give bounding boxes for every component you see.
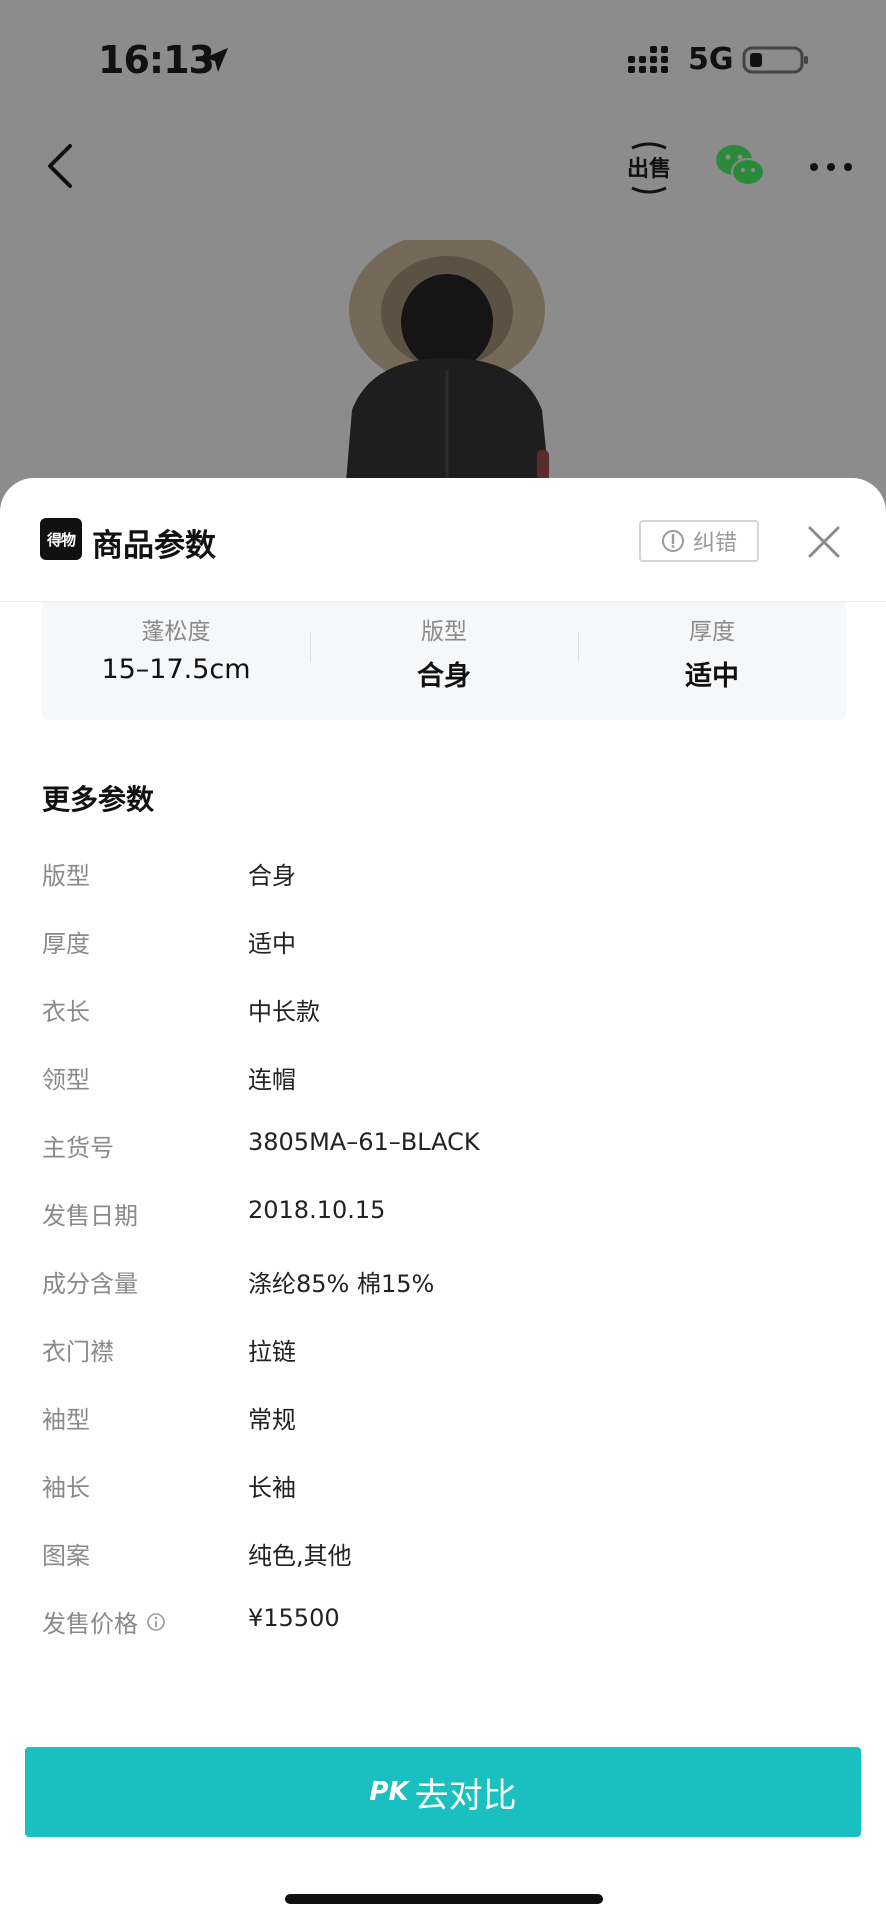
param-value: 适中 xyxy=(248,930,296,958)
back-icon[interactable] xyxy=(40,140,80,192)
param-row: 成分含量 涤纶85% 棉15% xyxy=(42,1264,842,1304)
param-key: 版型 xyxy=(42,862,90,890)
param-value: 中长款 xyxy=(248,998,320,1026)
network-label: 5G xyxy=(688,42,734,77)
pk-prefix: PK xyxy=(369,1777,409,1807)
param-value: 长袖 xyxy=(248,1474,296,1502)
sheet-title: 商品参数 xyxy=(92,528,216,564)
param-value: 拉链 xyxy=(248,1338,296,1366)
param-row: 衣长 中长款 xyxy=(42,992,842,1032)
param-key-with-info: 发售价格 xyxy=(42,1604,166,1639)
param-key: 袖长 xyxy=(42,1474,90,1502)
summary-card: 蓬松度 15–17.5cm 版型 合身 厚度 适中 xyxy=(42,602,846,720)
param-value: ¥15500 xyxy=(248,1604,340,1632)
summary-value: 15–17.5cm xyxy=(101,654,251,685)
summary-value: 合身 xyxy=(417,661,471,692)
sell-icon[interactable]: 出售 xyxy=(626,140,672,196)
more-icon[interactable] xyxy=(806,150,856,184)
report-error-label: 纠错 xyxy=(692,531,737,556)
alert-circle-icon xyxy=(661,530,684,552)
param-row-release-price: 发售价格 ¥15500 xyxy=(42,1604,842,1644)
summary-item-loft: 蓬松度 15–17.5cm xyxy=(42,602,310,720)
summary-label: 厚度 xyxy=(689,619,735,645)
status-time: 16:13 xyxy=(98,38,215,82)
pk-label: 去对比 xyxy=(414,1775,517,1816)
param-value: 连帽 xyxy=(248,1066,296,1094)
param-key: 成分含量 xyxy=(42,1270,138,1298)
param-value: 常规 xyxy=(248,1406,296,1434)
param-value: 纯色,其他 xyxy=(248,1542,352,1570)
summary-item-fit: 版型 合身 xyxy=(310,602,578,720)
summary-label: 蓬松度 xyxy=(141,619,211,645)
param-value: 2018.10.15 xyxy=(248,1196,386,1224)
param-row: 衣门襟 拉链 xyxy=(42,1332,842,1372)
param-value: 3805MA–61–BLACK xyxy=(248,1128,480,1156)
param-row: 版型 合身 xyxy=(42,856,842,896)
param-key: 图案 xyxy=(42,1542,90,1570)
status-bar: 16:13 5G xyxy=(0,0,886,120)
summary-label: 版型 xyxy=(421,619,467,645)
brand-logo: 得物 xyxy=(40,518,82,560)
svg-text:出售: 出售 xyxy=(627,156,671,182)
signal-icon xyxy=(628,46,668,73)
wechat-icon[interactable] xyxy=(714,142,766,190)
param-key: 衣长 xyxy=(42,998,90,1026)
home-indicator[interactable] xyxy=(285,1894,603,1904)
sheet-header: 得物 商品参数 纠错 xyxy=(0,478,886,602)
close-icon[interactable] xyxy=(806,524,842,560)
param-row: 领型 连帽 xyxy=(42,1060,842,1100)
param-key: 厚度 xyxy=(42,930,90,958)
param-row: 发售日期 2018.10.15 xyxy=(42,1196,842,1236)
param-key: 袖型 xyxy=(42,1406,90,1434)
param-key: 发售日期 xyxy=(42,1202,138,1230)
product-params-sheet: 得物 商品参数 纠错 蓬松度 15–17.5cm 版型 合身 厚度 适中 更多参… xyxy=(0,478,886,1920)
pk-compare-button[interactable]: PK 去对比 xyxy=(25,1747,861,1837)
param-key: 衣门襟 xyxy=(42,1338,114,1366)
param-key: 主货号 xyxy=(42,1134,114,1162)
dimmed-backdrop[interactable]: 16:13 5G 出售 xyxy=(0,0,886,520)
param-key: 领型 xyxy=(42,1066,90,1094)
param-key: 发售价格 xyxy=(42,1610,138,1638)
info-icon[interactable] xyxy=(146,1612,166,1632)
param-row: 厚度 适中 xyxy=(42,924,842,964)
param-row: 主货号 3805MA–61–BLACK xyxy=(42,1128,842,1168)
more-params-title: 更多参数 xyxy=(42,783,155,816)
param-value: 合身 xyxy=(248,862,296,890)
summary-value: 适中 xyxy=(685,661,739,692)
location-arrow-icon xyxy=(204,48,228,72)
param-row: 袖长 长袖 xyxy=(42,1468,842,1508)
summary-item-thickness: 厚度 适中 xyxy=(578,602,846,720)
param-row: 图案 纯色,其他 xyxy=(42,1536,842,1576)
param-value: 涤纶85% 棉15% xyxy=(248,1270,435,1298)
report-error-button[interactable]: 纠错 xyxy=(639,520,759,562)
battery-icon xyxy=(742,46,808,74)
param-row: 袖型 常规 xyxy=(42,1400,842,1440)
